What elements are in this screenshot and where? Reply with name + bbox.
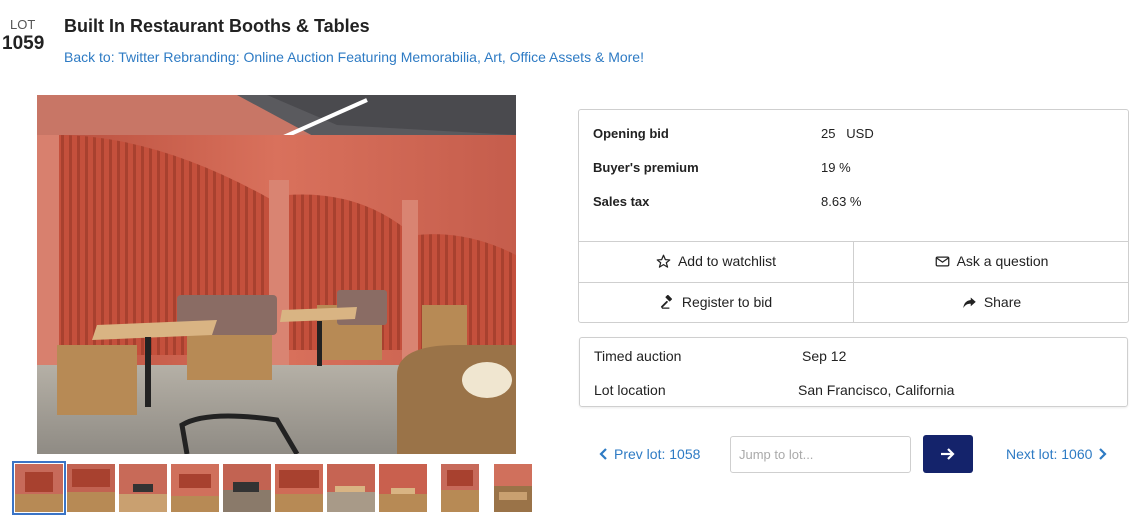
register-to-bid-button[interactable]: Register to bid — [579, 282, 853, 322]
prev-lot-link[interactable]: Prev lot: 1058 — [598, 446, 700, 462]
next-lot-label: Next lot: 1060 — [1006, 446, 1093, 462]
gavel-icon — [660, 294, 672, 309]
timed-auction-date: Sep 12 — [802, 348, 847, 364]
thumbnail-8[interactable] — [379, 464, 427, 512]
register-to-bid-label: Register to bid — [681, 294, 773, 310]
opening-bid-value: 25 USD — [821, 126, 874, 141]
lot-title: Built In Restaurant Booths & Tables — [64, 16, 370, 36]
envelope-icon — [935, 256, 949, 266]
buyers-premium-value: 19 % — [821, 160, 851, 175]
ask-question-label: Ask a question — [956, 253, 1049, 269]
opening-bid-label: Opening bid — [593, 126, 669, 141]
chevron-left-icon — [599, 448, 607, 460]
thumbnail-6[interactable] — [275, 464, 323, 512]
thumbnail-3[interactable] — [119, 464, 167, 512]
jump-to-lot-input[interactable] — [730, 436, 911, 473]
thumbnail-9[interactable] — [441, 464, 479, 512]
add-to-watchlist-button[interactable]: Add to watchlist — [579, 241, 853, 281]
auction-info-panel: Timed auction Sep 12 Lot location San Fr… — [579, 337, 1128, 407]
main-lot-photo[interactable] — [37, 95, 516, 454]
back-to-auction-link[interactable]: Back to: Twitter Rebranding: Online Auct… — [64, 49, 644, 65]
lot-location-value: San Francisco, California — [798, 382, 955, 398]
share-button[interactable]: Share — [854, 282, 1129, 322]
thumbnail-7[interactable] — [327, 464, 375, 512]
share-label: Share — [983, 294, 1022, 310]
buyers-premium-label: Buyer's premium — [593, 160, 699, 175]
bid-info-panel: Opening bid 25 USD Buyer's premium 19 % … — [578, 109, 1129, 323]
thumbnail-1[interactable] — [12, 461, 66, 515]
ask-question-button[interactable]: Ask a question — [854, 241, 1129, 281]
arrow-right-icon — [941, 448, 955, 460]
thumbnail-4[interactable] — [171, 464, 219, 512]
chevron-right-icon — [1099, 448, 1107, 460]
lot-location-label: Lot location — [594, 382, 666, 398]
sales-tax-label: Sales tax — [593, 194, 650, 209]
thumbnail-10[interactable] — [494, 464, 532, 512]
lot-number: 1059 — [2, 33, 45, 54]
star-icon — [656, 254, 671, 268]
add-to-watchlist-label: Add to watchlist — [677, 253, 777, 269]
sales-tax-value: 8.63 % — [821, 194, 862, 209]
timed-auction-label: Timed auction — [594, 348, 682, 364]
go-button[interactable] — [923, 435, 973, 473]
share-arrow-icon — [963, 297, 976, 308]
next-lot-link[interactable]: Next lot: 1060 — [1006, 446, 1108, 462]
thumbnail-5[interactable] — [223, 464, 271, 512]
prev-lot-label: Prev lot: 1058 — [614, 446, 701, 462]
lot-label: LOT — [10, 17, 36, 32]
thumbnail-2[interactable] — [67, 464, 115, 512]
